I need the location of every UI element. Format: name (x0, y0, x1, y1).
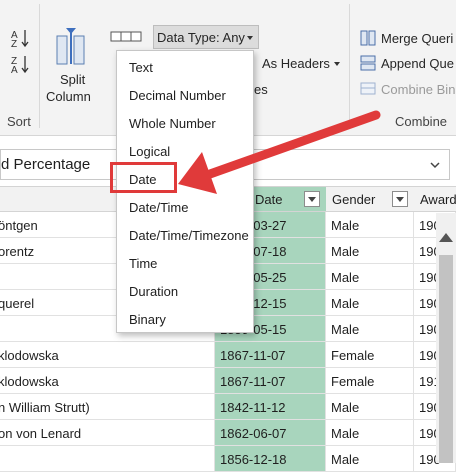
column-header-award[interactable]: Award (414, 186, 456, 212)
cell-value: Male (331, 270, 360, 285)
column-header-label: Award (420, 192, 456, 207)
append-queries-icon[interactable] (360, 55, 376, 71)
table-cell-gender[interactable]: Male (326, 238, 414, 264)
cell-value: 1842-11-12 (220, 400, 286, 415)
cell-value: Male (331, 296, 360, 311)
menu-item-label: Duration (129, 284, 179, 299)
cell-value: Male (331, 322, 360, 337)
sort-group-label: Sort (7, 114, 31, 129)
cell-value: Male (331, 426, 360, 441)
split-column-label-1[interactable]: Split (60, 72, 85, 87)
menu-item-binary[interactable]: Binary (117, 305, 253, 333)
cell-value: klodowska (0, 348, 59, 363)
data-type-label: Data Type: Any (157, 30, 245, 45)
table-cell-gender[interactable]: Male (326, 420, 414, 446)
vertical-scrollbar[interactable] (436, 213, 456, 463)
cell-value: 1867-11-07 (220, 348, 286, 363)
cell-value: orentz (0, 244, 35, 259)
menu-item-date-time[interactable]: Date/Time (117, 193, 253, 221)
menu-item-duration[interactable]: Duration (117, 277, 253, 305)
replace-values-label[interactable]: es (254, 82, 268, 97)
cell-value: Male (331, 452, 360, 467)
menu-item-label: Logical (129, 144, 171, 159)
cell-value: 1856-12-18 (220, 452, 287, 467)
combine-binaries-label: Combine Bina (381, 82, 456, 97)
table-cell-date[interactable]: 1862-06-07 (215, 420, 326, 446)
table-cell-date[interactable]: 1867-11-07 (215, 368, 326, 394)
data-type-dropdown[interactable]: Data Type: Any (153, 25, 259, 49)
merge-queries-icon[interactable] (360, 30, 376, 46)
menu-item-text[interactable]: Text (117, 53, 253, 81)
cell-value: Female (331, 348, 375, 363)
table-cell-name[interactable]: on von Lenard (0, 420, 215, 446)
cell-value: 1867-11-07 (220, 374, 286, 389)
table-cell-gender[interactable]: Female (326, 368, 414, 394)
table-cell-gender[interactable]: Male (326, 264, 414, 290)
menu-item-label: Binary (129, 312, 166, 327)
combine-binaries-icon (360, 80, 376, 96)
table-cell-date[interactable]: 1856-12-18 (215, 446, 326, 472)
table-cell-gender[interactable]: Male (326, 212, 414, 238)
table-cell-gender[interactable]: Female (326, 342, 414, 368)
cell-value: Male (331, 400, 360, 415)
annotation-arrow (178, 110, 381, 194)
filter-dropdown-icon[interactable] (392, 191, 408, 207)
table-cell-gender[interactable]: Male (326, 446, 414, 472)
cell-value: 1862-06-07 (220, 426, 287, 441)
cell-value: querel (0, 296, 35, 311)
chevron-down-icon[interactable] (334, 62, 340, 66)
scrollbar-thumb[interactable] (439, 255, 453, 463)
use-headers-label[interactable]: As Headers (262, 56, 330, 71)
svg-text:A: A (11, 65, 18, 74)
table-cell-name[interactable] (0, 446, 215, 472)
ribbon-divider (39, 4, 40, 128)
menu-item-label: Date/Time/Timezone (129, 228, 249, 243)
scroll-up-icon[interactable] (439, 233, 453, 242)
table-cell-name[interactable]: klodowska (0, 342, 215, 368)
sort-descending-icon[interactable]: ZA (10, 54, 32, 76)
split-column-icon[interactable] (54, 26, 90, 66)
cell-value: on von Lenard (0, 426, 82, 441)
cell-value: Male (331, 218, 360, 233)
highlight-box (110, 162, 177, 193)
append-queries-label[interactable]: Append Que (381, 56, 454, 71)
sort-ascending-icon[interactable]: AZ (10, 28, 32, 50)
formula-text: d Percentage (1, 156, 91, 173)
svg-text:Z: Z (11, 39, 17, 48)
cell-value: Female (331, 374, 375, 389)
menu-item-label: Time (129, 256, 158, 271)
cell-value: öntgen (0, 218, 38, 233)
table-cell-gender[interactable]: Male (326, 290, 414, 316)
menu-item-date-time-timezone[interactable]: Date/Time/Timezone (117, 221, 253, 249)
table-cell-name[interactable]: n William Strutt) (0, 394, 215, 420)
group-by-icon[interactable] (110, 31, 144, 43)
chevron-down-icon[interactable] (429, 158, 441, 173)
split-column-label-2[interactable]: Column (46, 89, 91, 104)
cell-value: Male (331, 244, 360, 259)
table-cell-gender[interactable]: Male (326, 394, 414, 420)
cell-value: n William Strutt) (0, 400, 90, 415)
table-cell-date[interactable]: 1867-11-07 (215, 342, 326, 368)
chevron-down-icon (247, 36, 253, 40)
combine-group-label: Combine (395, 114, 448, 129)
menu-item-label: Date/Time (129, 200, 189, 215)
table-cell-date[interactable]: 1842-11-12 (215, 394, 326, 420)
table-cell-gender[interactable]: Male (326, 316, 414, 342)
table-cell-name[interactable]: klodowska (0, 368, 215, 394)
menu-item-label: Text (129, 60, 153, 75)
menu-item-time[interactable]: Time (117, 249, 253, 277)
cell-value: klodowska (0, 374, 59, 389)
merge-queries-label[interactable]: Merge Queri (381, 31, 453, 46)
